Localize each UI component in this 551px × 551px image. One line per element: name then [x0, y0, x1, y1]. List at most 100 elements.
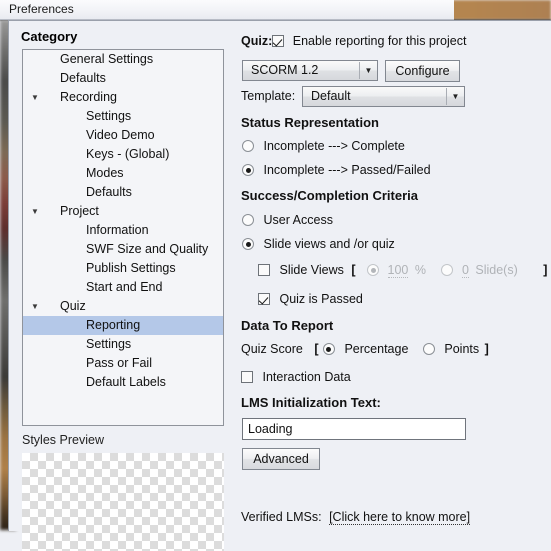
- percentage-radio[interactable]: [322, 343, 335, 355]
- sidebar-item-label: Pass or Fail: [86, 356, 152, 370]
- sidebar-item-label: Defaults: [60, 71, 106, 85]
- sidebar-item-defaults[interactable]: Defaults: [23, 69, 223, 88]
- chevron-down-icon[interactable]: ▼: [447, 87, 464, 106]
- category-panel: Category General Settings Defaults ▼ Record…: [9, 21, 225, 551]
- data-to-report-heading: Data To Report: [241, 318, 334, 333]
- lms-init-value: Loading: [248, 422, 293, 436]
- sidebar-item-label: Publish Settings: [86, 261, 176, 275]
- criteria-option-2-label: Slide views and /or quiz: [263, 237, 395, 251]
- sidebar-item-label: Modes: [86, 166, 124, 180]
- slide-views-label: Slide Views: [279, 263, 344, 277]
- sidebar-item-label: SWF Size and Quality: [86, 242, 209, 256]
- lms-standard-value: SCORM 1.2: [251, 63, 319, 77]
- verified-lms-label: Verified LMSs:: [241, 510, 322, 524]
- sidebar-item-swf-size-and-quality[interactable]: SWF Size and Quality: [23, 240, 223, 259]
- criteria-option-1-label: User Access: [263, 213, 333, 227]
- quiz-score-row: Quiz Score [ Percentage Points ]: [241, 342, 489, 356]
- sidebar-item-keys-global[interactable]: Keys - (Global): [23, 145, 223, 164]
- template-dropdown[interactable]: Default ▼: [302, 86, 465, 107]
- sidebar-item-general-settings[interactable]: General Settings: [23, 50, 223, 69]
- status-option-1-label: Incomplete ---> Complete: [263, 139, 405, 153]
- sidebar-item-label: Video Demo: [86, 128, 155, 142]
- slide-views-checkbox[interactable]: [258, 264, 270, 276]
- verified-lms-row: Verified LMSs: [Click here to know more]: [241, 510, 471, 525]
- sidebar-item-reporting[interactable]: Reporting: [23, 316, 223, 335]
- quiz-is-passed-checkbox[interactable]: [258, 293, 270, 305]
- sidebar-item-settings[interactable]: Settings: [23, 335, 223, 354]
- chevron-down-icon[interactable]: ▼: [360, 61, 377, 80]
- slides-value[interactable]: 0: [461, 263, 469, 278]
- sidebar-item-start-and-end[interactable]: Start and End: [23, 278, 223, 297]
- quiz-score-label: Quiz Score: [241, 342, 303, 356]
- sidebar-item-label: Start and End: [86, 280, 163, 294]
- enable-reporting-label: Enable reporting for this project: [292, 34, 467, 48]
- criteria-heading: Success/Completion Criteria: [241, 188, 418, 203]
- verified-lms-link[interactable]: [Click here to know more]: [329, 510, 471, 525]
- status-option-incomplete-passedfailed[interactable]: Incomplete ---> Passed/Failed: [242, 163, 431, 177]
- screen: Preferences Category General Settings Def…: [0, 0, 551, 551]
- sidebar-item-label: Settings: [86, 337, 132, 351]
- interaction-data-checkbox[interactable]: [241, 371, 253, 383]
- dialog-titlebar[interactable]: Preferences: [0, 0, 454, 20]
- points-radio[interactable]: [422, 343, 435, 355]
- criteria-radio-2[interactable]: [242, 238, 254, 250]
- sidebar-item-defaults[interactable]: Defaults: [23, 183, 223, 202]
- preferences-dialog: Category General Settings Defaults ▼ Record…: [8, 20, 551, 551]
- percentage-label: Percentage: [344, 342, 409, 356]
- enable-reporting-checkbox[interactable]: [272, 35, 285, 47]
- status-radio-1[interactable]: [242, 140, 254, 152]
- sidebar-item-label: Quiz: [60, 299, 86, 313]
- sidebar-item-publish-settings[interactable]: Publish Settings: [23, 259, 223, 278]
- sidebar-item-information[interactable]: Information: [23, 221, 223, 240]
- sidebar-item-label: Settings: [86, 109, 132, 123]
- criteria-radio-1[interactable]: [242, 214, 254, 226]
- expand-arrow-icon[interactable]: ▼: [29, 202, 41, 221]
- sidebar-item-label: Project: [60, 204, 99, 218]
- sidebar-item-label: General Settings: [60, 52, 154, 66]
- sidebar-item-project[interactable]: ▼ Project: [23, 202, 223, 221]
- sidebar-item-video-demo[interactable]: Video Demo: [23, 126, 223, 145]
- percent-unit: %: [414, 263, 426, 277]
- quiz-is-passed-row[interactable]: Quiz is Passed: [258, 292, 363, 306]
- reporting-settings-panel: Quiz: Enable reporting for this project …: [233, 21, 551, 531]
- slides-radio[interactable]: [441, 264, 454, 276]
- sidebar-item-label: Recording: [60, 90, 117, 104]
- advanced-button[interactable]: Advanced: [242, 448, 320, 470]
- percent-radio[interactable]: [367, 264, 380, 276]
- configure-button[interactable]: Configure: [385, 60, 460, 82]
- sidebar-item-quiz[interactable]: ▼ Quiz: [23, 297, 223, 316]
- dialog-title: Preferences: [9, 2, 74, 16]
- bracket-open: [: [351, 263, 356, 277]
- sidebar-item-settings[interactable]: Settings: [23, 107, 223, 126]
- lms-init-input[interactable]: Loading: [242, 418, 466, 440]
- bracket-close: ]: [543, 263, 548, 277]
- sidebar-item-label: Keys - (Global): [86, 147, 170, 161]
- sidebar-item-recording[interactable]: ▼ Recording: [23, 88, 223, 107]
- sidebar-item-modes[interactable]: Modes: [23, 164, 223, 183]
- quiz-label: Quiz:: [241, 34, 273, 48]
- expand-arrow-icon[interactable]: ▼: [29, 297, 41, 316]
- sidebar-item-label: Defaults: [86, 185, 132, 199]
- configure-button-label: Configure: [395, 64, 450, 78]
- criteria-option-user-access[interactable]: User Access: [242, 213, 333, 227]
- sidebar-item-label: Reporting: [86, 318, 141, 332]
- interaction-data-label: Interaction Data: [262, 370, 351, 384]
- expand-arrow-icon[interactable]: ▼: [29, 88, 41, 107]
- status-option-incomplete-complete[interactable]: Incomplete ---> Complete: [242, 139, 405, 153]
- styles-preview-label: Styles Preview: [22, 433, 104, 447]
- slides-unit: Slide(s): [475, 263, 518, 277]
- status-radio-2[interactable]: [242, 164, 254, 176]
- percent-value[interactable]: 100: [387, 263, 409, 278]
- sidebar-item-default-labels[interactable]: Default Labels: [23, 373, 223, 392]
- styles-preview-canvas: [22, 453, 224, 551]
- category-tree[interactable]: General Settings Defaults ▼ Recording Settin…: [22, 49, 224, 426]
- criteria-option-slide-views-quiz[interactable]: Slide views and /or quiz: [242, 237, 395, 251]
- bracket-open: [: [314, 342, 319, 356]
- bracket-close: ]: [484, 342, 489, 356]
- sidebar-item-pass-or-fail[interactable]: Pass or Fail: [23, 354, 223, 373]
- interaction-data-row[interactable]: Interaction Data: [241, 370, 351, 384]
- status-representation-heading: Status Representation: [241, 115, 379, 130]
- sidebar-item-label: Information: [86, 223, 149, 237]
- points-label: Points: [444, 342, 480, 356]
- lms-standard-dropdown[interactable]: SCORM 1.2 ▼: [242, 60, 378, 81]
